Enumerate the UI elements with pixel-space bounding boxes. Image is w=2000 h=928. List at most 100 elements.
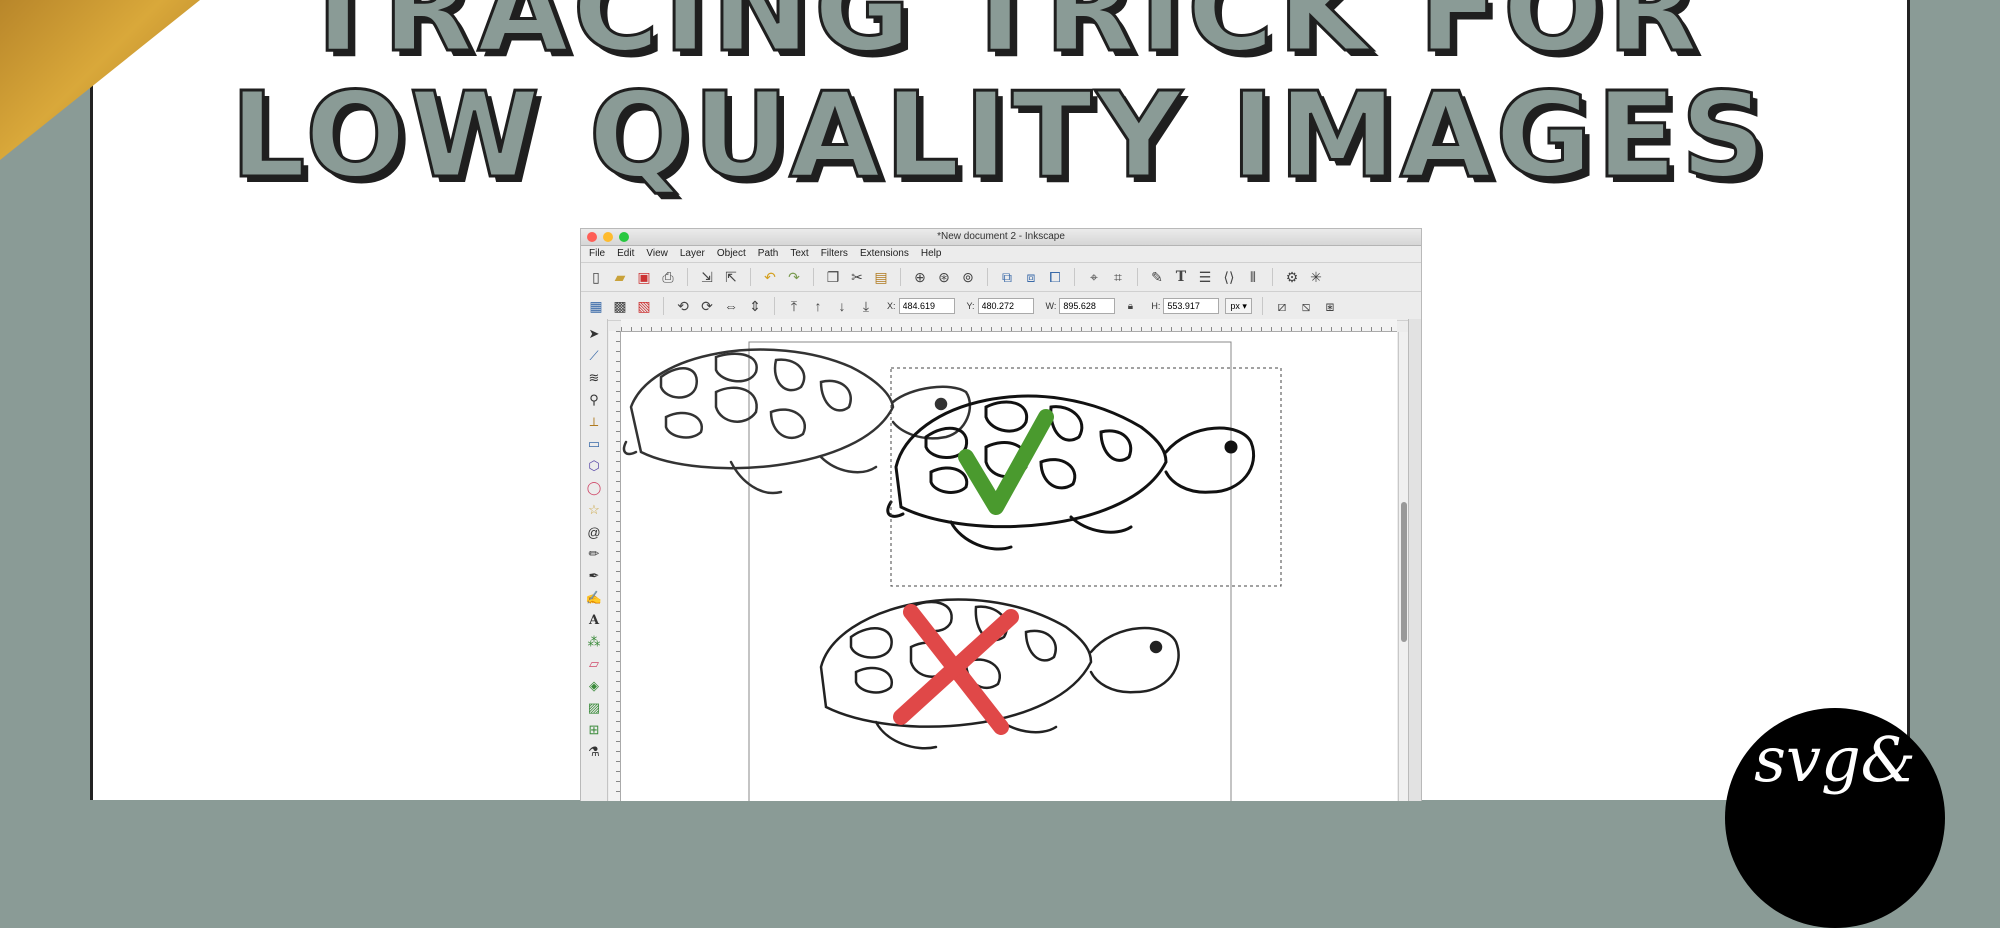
pen-tool-icon[interactable]: ✒ bbox=[585, 567, 603, 585]
bucket-tool-icon[interactable]: ◈ bbox=[585, 677, 603, 695]
raise-icon[interactable]: ↑ bbox=[809, 297, 827, 315]
canvas-drawing bbox=[622, 341, 1282, 801]
export-icon[interactable]: ⇱ bbox=[722, 268, 740, 286]
drawing-canvas[interactable] bbox=[621, 332, 1397, 801]
fill-stroke-icon[interactable]: ✎ bbox=[1148, 268, 1166, 286]
horizontal-ruler bbox=[621, 319, 1397, 332]
title-line-2: LOW QUALITY IMAGES bbox=[229, 66, 1770, 204]
x-coordinate: X: bbox=[887, 298, 955, 314]
flip-vertical-icon[interactable]: ⇕ bbox=[746, 297, 764, 315]
y-input[interactable] bbox=[977, 298, 1034, 314]
zoom-selection-icon[interactable]: ⊕ bbox=[911, 268, 929, 286]
move-gradients-icon[interactable]: ⧆ bbox=[1321, 297, 1339, 315]
mesh-tool-icon[interactable]: ⊞ bbox=[585, 721, 603, 739]
unit-select[interactable]: px ▾ bbox=[1225, 298, 1252, 314]
undo-icon[interactable]: ↶ bbox=[761, 268, 779, 286]
save-icon[interactable]: ▣ bbox=[635, 268, 653, 286]
eraser-tool-icon[interactable]: ▱ bbox=[585, 655, 603, 673]
spiral-tool-icon[interactable]: @ bbox=[585, 523, 603, 541]
scale-corners-icon[interactable]: ⧅ bbox=[1297, 297, 1315, 315]
menu-filters[interactable]: Filters bbox=[821, 246, 848, 262]
ungroup-icon[interactable]: ⧈ bbox=[1022, 268, 1040, 286]
menu-edit[interactable]: Edit bbox=[617, 246, 634, 262]
spray-tool-icon[interactable]: ⁂ bbox=[585, 633, 603, 651]
node-icon[interactable]: ⌖ bbox=[1085, 268, 1103, 286]
minimize-window-button[interactable] bbox=[603, 232, 613, 242]
w-input[interactable] bbox=[1059, 298, 1116, 314]
flip-horizontal-icon[interactable]: ⇔ bbox=[722, 297, 740, 315]
measure-tool-icon[interactable]: ⟂ bbox=[585, 413, 603, 431]
menu-view[interactable]: View bbox=[646, 246, 668, 262]
inkscape-window: *New document 2 - Inkscape File Edit Vie… bbox=[580, 228, 1422, 801]
gradient-tool-icon[interactable]: ▨ bbox=[585, 699, 603, 717]
zoom-drawing-icon[interactable]: ⊛ bbox=[935, 268, 953, 286]
select-tool-controls: ▦ ▩ ▧ ⟲ ⟳ ⇔ ⇕ ⤒ ↑ ↓ ⤓ X: Y: W: 🔒︎ H: px … bbox=[581, 292, 1421, 321]
cut-icon[interactable]: ✂ bbox=[848, 268, 866, 286]
scrollbar-thumb[interactable] bbox=[1401, 502, 1407, 642]
open-icon[interactable]: ▰ bbox=[611, 268, 629, 286]
clone-icon[interactable]: ⧠ bbox=[1046, 268, 1064, 286]
turtle-traced bbox=[886, 394, 1256, 551]
doc-properties-icon[interactable]: ✳ bbox=[1307, 268, 1325, 286]
group-icon[interactable]: ⧉ bbox=[998, 268, 1016, 286]
rotate-cw-icon[interactable]: ⟳ bbox=[698, 297, 716, 315]
h-input[interactable] bbox=[1163, 298, 1220, 314]
ellipse-tool-icon[interactable]: ◯ bbox=[585, 479, 603, 497]
menu-text[interactable]: Text bbox=[790, 246, 808, 262]
window-titlebar: *New document 2 - Inkscape bbox=[581, 229, 1421, 246]
menu-extensions[interactable]: Extensions bbox=[860, 246, 909, 262]
close-window-button[interactable] bbox=[587, 232, 597, 242]
tweak-tool-icon[interactable]: ≋ bbox=[585, 369, 603, 387]
deselect-icon[interactable]: ▧ bbox=[635, 297, 653, 315]
height-field: H: bbox=[1151, 298, 1220, 314]
text-tool-icon[interactable]: A bbox=[585, 611, 603, 629]
print-icon[interactable]: ⎙ bbox=[659, 268, 677, 286]
select-all-icon[interactable]: ▦ bbox=[587, 297, 605, 315]
zoom-tool-icon[interactable]: ⚲ bbox=[585, 391, 603, 409]
transform-icon[interactable]: ⌗ bbox=[1109, 268, 1127, 286]
paste-icon[interactable]: ▤ bbox=[872, 268, 890, 286]
layers-icon[interactable]: ☰ bbox=[1196, 268, 1214, 286]
duplicate-icon[interactable]: ❐ bbox=[824, 268, 842, 286]
right-dock bbox=[1408, 319, 1421, 801]
rotate-ccw-icon[interactable]: ⟲ bbox=[674, 297, 692, 315]
new-doc-icon[interactable]: ▯ bbox=[587, 268, 605, 286]
width-field: W: bbox=[1046, 298, 1116, 314]
lower-bottom-icon[interactable]: ⤓ bbox=[857, 297, 875, 315]
rect-tool-icon[interactable]: ▭ bbox=[585, 435, 603, 453]
menu-file[interactable]: File bbox=[589, 246, 605, 262]
menu-layer[interactable]: Layer bbox=[680, 246, 705, 262]
dropper-tool-icon[interactable]: ⚗ bbox=[585, 743, 603, 761]
lower-icon[interactable]: ↓ bbox=[833, 297, 851, 315]
toolbox: ➤ ⟋ ≋ ⚲ ⟂ ▭ ⬡ ◯ ☆ @ ✏ ✒ ✍ A ⁂ ▱ ◈ ▨ ⊞ ⚗ bbox=[581, 319, 608, 801]
text-tool-icon[interactable]: T bbox=[1172, 268, 1190, 286]
redo-icon[interactable]: ↷ bbox=[785, 268, 803, 286]
lock-ratio-icon[interactable]: 🔒︎ bbox=[1121, 297, 1139, 315]
scale-stroke-icon[interactable]: ⧄ bbox=[1273, 297, 1291, 315]
star-tool-icon[interactable]: ☆ bbox=[585, 501, 603, 519]
xml-editor-icon[interactable]: ⟨⟩ bbox=[1220, 268, 1238, 286]
pencil-tool-icon[interactable]: ✏ bbox=[585, 545, 603, 563]
import-icon[interactable]: ⇲ bbox=[698, 268, 716, 286]
menu-object[interactable]: Object bbox=[717, 246, 746, 262]
align-icon[interactable]: ⫴ bbox=[1244, 268, 1262, 286]
preferences-icon[interactable]: ⚙ bbox=[1283, 268, 1301, 286]
work-area: ➤ ⟋ ≋ ⚲ ⟂ ▭ ⬡ ◯ ☆ @ ✏ ✒ ✍ A ⁂ ▱ ◈ ▨ ⊞ ⚗ bbox=[581, 319, 1421, 801]
x-input[interactable] bbox=[898, 298, 955, 314]
menu-path[interactable]: Path bbox=[758, 246, 779, 262]
title-line-1: TRACING TRICK FOR bbox=[296, 0, 1703, 78]
raise-top-icon[interactable]: ⤒ bbox=[785, 297, 803, 315]
calligraphy-tool-icon[interactable]: ✍ bbox=[585, 589, 603, 607]
maximize-window-button[interactable] bbox=[619, 232, 629, 242]
zoom-page-icon[interactable]: ⊚ bbox=[959, 268, 977, 286]
vertical-ruler bbox=[609, 331, 621, 801]
menu-help[interactable]: Help bbox=[921, 246, 942, 262]
select-tool-icon[interactable]: ➤ bbox=[585, 325, 603, 343]
brand-logo: svg& bbox=[1725, 708, 1945, 928]
node-tool-icon[interactable]: ⟋ bbox=[585, 347, 603, 365]
3dbox-tool-icon[interactable]: ⬡ bbox=[585, 457, 603, 475]
commands-toolbar: ▯ ▰ ▣ ⎙ ⇲ ⇱ ↶ ↷ ❐ ✂ ▤ ⊕ ⊛ ⊚ ⧉ ⧈ ⧠ ⌖ ⌗ ✎ … bbox=[581, 263, 1421, 292]
window-title: *New document 2 - Inkscape bbox=[937, 231, 1065, 242]
selection-box bbox=[890, 367, 1282, 587]
select-all-layers-icon[interactable]: ▩ bbox=[611, 297, 629, 315]
